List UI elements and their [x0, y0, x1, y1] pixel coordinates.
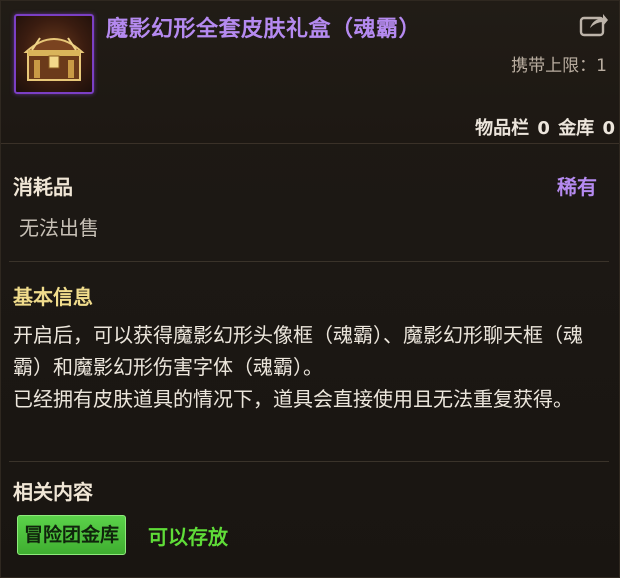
description-line: 开启后，可以获得魔影幻形头像框（魂霸）、魔影幻形聊天框（魂霸）和魔影幻形伤害字体…: [13, 323, 583, 379]
tooltip-header: 魔影幻形全套皮肤礼盒（魂霸） 携带上限：1 物品栏 0 金库 0: [1, 1, 619, 144]
inventory-count: 0: [537, 118, 550, 139]
item-tooltip: 魔影幻形全套皮肤礼盒（魂霸） 携带上限：1 物品栏 0 金库 0 消耗品 稀有 …: [0, 0, 620, 578]
divider: [9, 261, 609, 262]
divider: [9, 461, 609, 462]
bank-store-status: 可以存放: [148, 525, 228, 549]
item-category: 消耗品: [13, 175, 73, 199]
storage-counts: 物品栏 0 金库 0: [473, 114, 615, 140]
adventure-bank-button[interactable]: 冒险团金库: [17, 515, 127, 555]
item-title: 魔影幻形全套皮肤礼盒（魂霸）: [106, 17, 422, 42]
inventory-label: 物品栏: [475, 118, 530, 139]
treasure-chest-icon: [23, 37, 85, 81]
item-rarity: 稀有: [557, 175, 597, 199]
bank-label: 金库: [558, 118, 595, 139]
description-line: 已经拥有皮肤道具的情况下，道具会直接使用且无法重复获得。: [13, 387, 573, 411]
related-heading: 相关内容: [13, 480, 93, 504]
basic-info-heading: 基本信息: [13, 285, 93, 309]
basic-info-description: 开启后，可以获得魔影幻形头像框（魂霸）、魔影幻形聊天框（魂霸）和魔影幻形伤害字体…: [13, 319, 598, 415]
carry-limit: 携带上限：1: [511, 56, 607, 76]
share-icon[interactable]: [579, 11, 609, 37]
item-icon-frame: [14, 14, 94, 94]
sell-status: 无法出售: [19, 216, 99, 240]
bank-count: 0: [602, 118, 615, 139]
